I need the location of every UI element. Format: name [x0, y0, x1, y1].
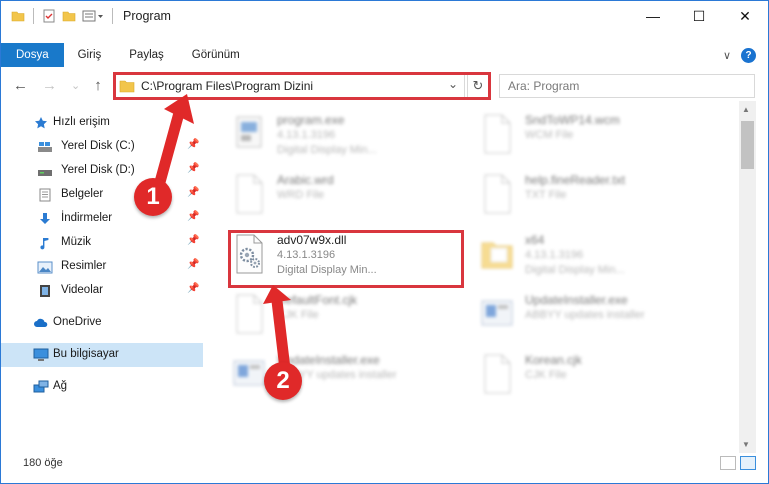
annotation-arrows — [151, 94, 291, 375]
annotation-badge-1: 1 — [134, 178, 172, 216]
explorer-window: Program — ☐ ✕ Dosya Giriş Paylaş Görünüm… — [0, 0, 769, 484]
annotation-badge-2: 2 — [264, 362, 302, 400]
